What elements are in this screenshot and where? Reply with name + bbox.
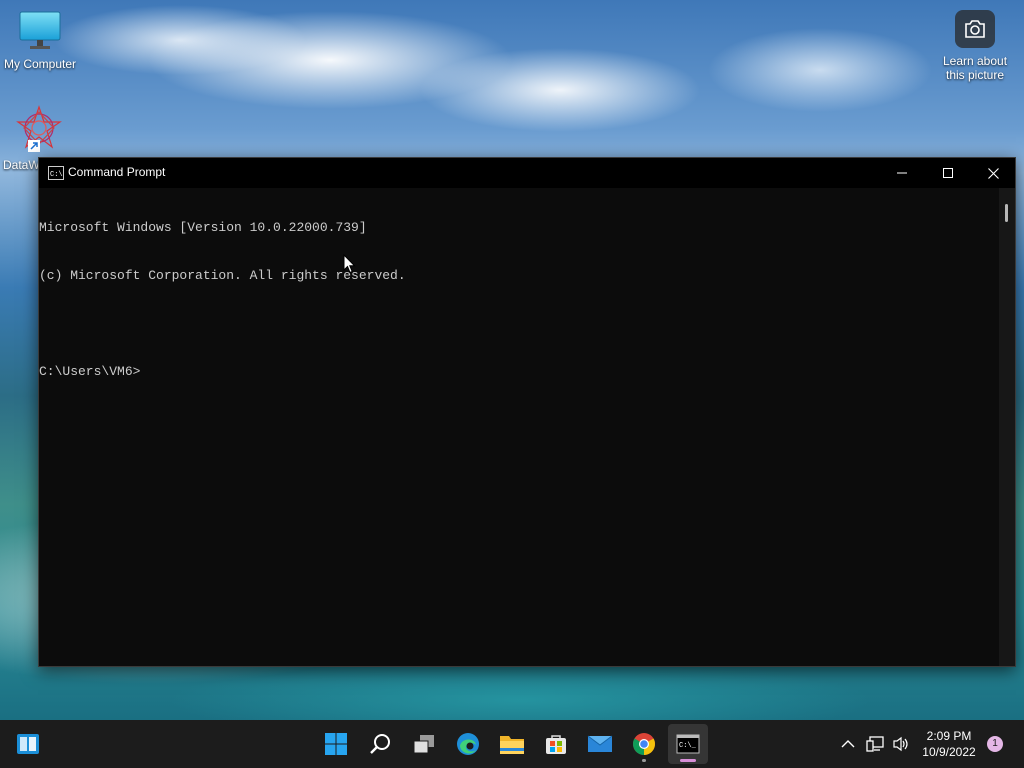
widgets-icon bbox=[17, 734, 39, 754]
console-icon: C:\ bbox=[48, 166, 64, 180]
chrome-icon bbox=[633, 733, 655, 755]
network-button[interactable] bbox=[862, 724, 888, 764]
active-indicator bbox=[680, 759, 696, 762]
terminal-icon: C:\_ bbox=[676, 734, 700, 754]
task-view-button[interactable] bbox=[404, 724, 444, 764]
volume-icon bbox=[893, 736, 908, 752]
chevron-up-icon bbox=[841, 740, 855, 748]
clock-time: 2:09 PM bbox=[926, 729, 972, 743]
task-view-icon bbox=[413, 735, 434, 754]
store-icon bbox=[546, 735, 566, 754]
scrollbar-thumb[interactable] bbox=[1005, 204, 1008, 222]
learn-about-picture[interactable]: Learn about this picture bbox=[934, 10, 1016, 82]
clock-date: 10/9/2022 bbox=[922, 745, 976, 759]
console-line: Microsoft Windows [Version 10.0.22000.73… bbox=[39, 220, 367, 235]
mouse-pointer-icon bbox=[343, 254, 356, 274]
file-explorer-button[interactable] bbox=[492, 724, 532, 764]
mail-button[interactable] bbox=[580, 724, 620, 764]
minimize-icon bbox=[897, 172, 907, 174]
console-output[interactable]: Microsoft Windows [Version 10.0.22000.73… bbox=[39, 188, 999, 666]
desktop-icon-label: My Computer bbox=[3, 57, 77, 71]
widgets-button[interactable] bbox=[8, 724, 48, 764]
show-hidden-icons-button[interactable] bbox=[834, 724, 862, 764]
notification-badge[interactable]: 1 bbox=[987, 736, 1003, 752]
network-icon bbox=[866, 736, 884, 752]
console-line: (c) Microsoft Corporation. All rights re… bbox=[39, 268, 406, 283]
search-icon bbox=[370, 734, 390, 754]
search-button[interactable] bbox=[360, 724, 400, 764]
window-title: Command Prompt bbox=[68, 165, 166, 179]
command-prompt-window[interactable]: C:\ Command Prompt Microsoft Windows [Ve… bbox=[38, 157, 1016, 667]
mail-icon bbox=[587, 735, 613, 752]
desktop-icon-label: DataW bbox=[3, 158, 40, 172]
file-explorer-icon bbox=[500, 736, 524, 754]
close-icon bbox=[987, 167, 999, 179]
chrome-button[interactable] bbox=[624, 724, 664, 764]
start-icon bbox=[325, 733, 347, 755]
running-indicator bbox=[642, 759, 646, 762]
desktop-icon-dataw[interactable]: DataW bbox=[0, 104, 80, 172]
start-button[interactable] bbox=[316, 724, 356, 764]
datawatch-icon bbox=[16, 105, 62, 152]
maximize-button[interactable] bbox=[925, 158, 971, 188]
volume-button[interactable] bbox=[888, 724, 914, 764]
svg-text:C:\: C:\ bbox=[50, 171, 63, 179]
window-titlebar[interactable]: C:\ Command Prompt bbox=[39, 158, 1015, 188]
edge-button[interactable] bbox=[448, 724, 488, 764]
learn-picture-label-line1: Learn about bbox=[942, 54, 1008, 68]
console-scrollbar[interactable] bbox=[999, 188, 1015, 666]
monitor-icon bbox=[19, 11, 61, 49]
terminal-button[interactable]: C:\_ bbox=[668, 724, 708, 764]
learn-picture-label-line2: this picture bbox=[945, 68, 1005, 82]
svg-text:C:\_: C:\_ bbox=[679, 742, 697, 750]
maximize-icon bbox=[943, 168, 953, 178]
close-button[interactable] bbox=[970, 158, 1016, 188]
desktop-icon-my-computer[interactable]: My Computer bbox=[0, 10, 80, 71]
console-prompt[interactable]: C:\Users\VM6> bbox=[39, 364, 999, 380]
minimize-button[interactable] bbox=[879, 158, 925, 188]
taskbar: C:\_ 2:09 PM 10/9/2022 bbox=[0, 720, 1024, 768]
store-button[interactable] bbox=[536, 724, 576, 764]
clock[interactable]: 2:09 PM 10/9/2022 bbox=[912, 728, 986, 760]
edge-icon bbox=[457, 733, 479, 755]
camera-icon bbox=[955, 10, 995, 48]
